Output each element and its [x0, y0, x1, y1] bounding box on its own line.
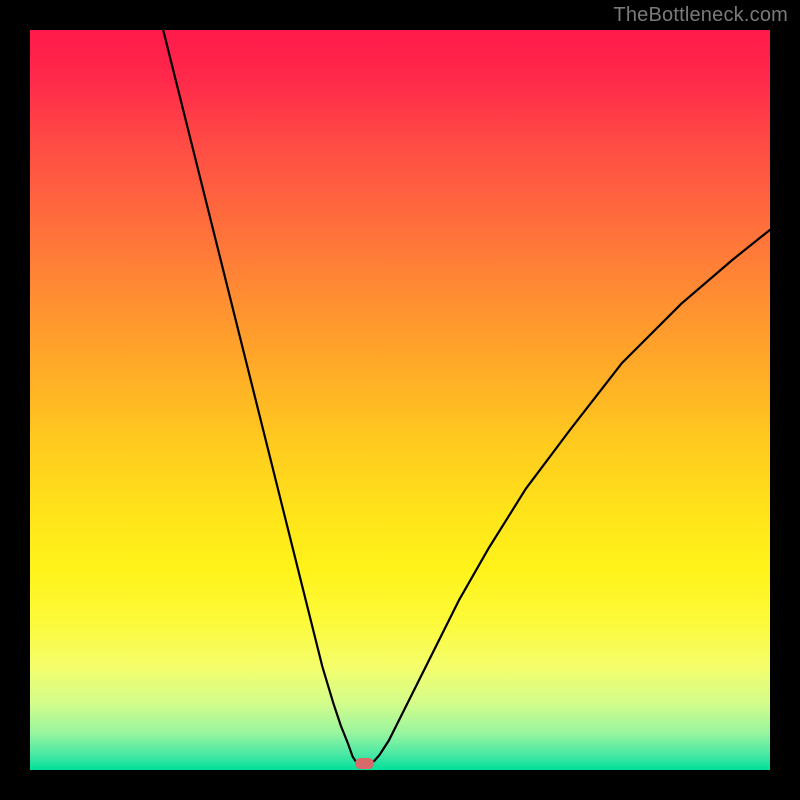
- plot-area: [30, 30, 770, 770]
- minimum-marker: [355, 758, 374, 768]
- bottleneck-curve: [30, 30, 770, 770]
- chart-frame: TheBottleneck.com: [0, 0, 800, 800]
- watermark-label: TheBottleneck.com: [613, 4, 788, 27]
